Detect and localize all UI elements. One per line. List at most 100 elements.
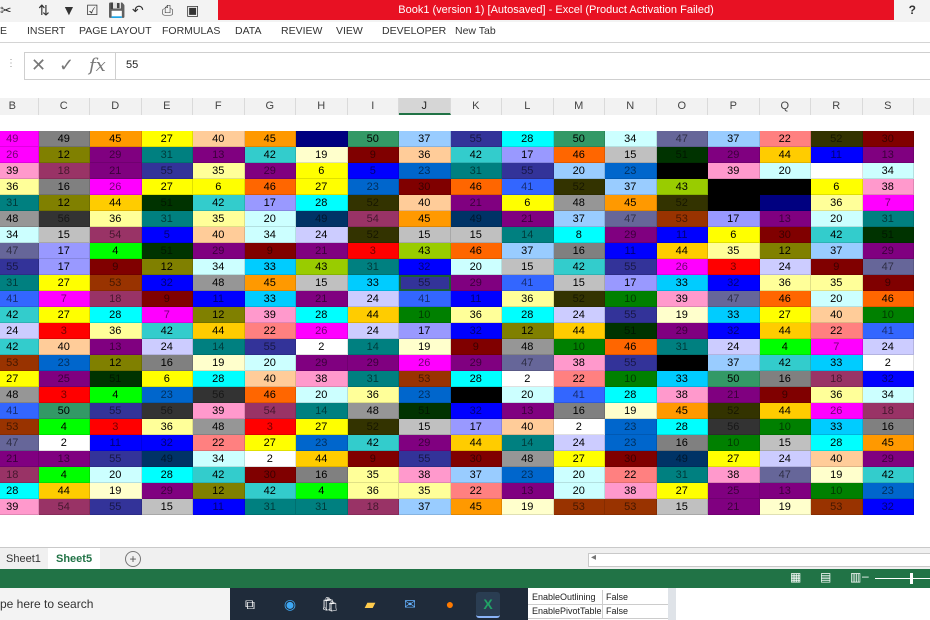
grid-cell[interactable]: 28: [90, 307, 142, 323]
grid-cell[interactable]: 29: [862, 451, 914, 467]
grid-cell[interactable]: 17: [399, 323, 451, 339]
grid-cell[interactable]: 28: [193, 371, 245, 387]
grid-cell[interactable]: 23: [347, 179, 399, 195]
grid-cell[interactable]: 15: [502, 259, 554, 275]
grid-cell[interactable]: 30: [450, 451, 502, 467]
grid-cell[interactable]: 10: [862, 307, 914, 323]
grid-cell[interactable]: 42: [862, 467, 914, 483]
grid-cell[interactable]: 10: [759, 419, 811, 435]
grid-cell[interactable]: 31: [347, 259, 399, 275]
grid-cell[interactable]: 47: [759, 467, 811, 483]
grid-cell[interactable]: 42: [244, 147, 296, 163]
grid-cell[interactable]: 35: [811, 275, 863, 291]
grid-cell[interactable]: 55: [399, 275, 451, 291]
grid-cell[interactable]: 10: [399, 307, 451, 323]
grid-cell[interactable]: 17: [38, 259, 90, 275]
grid-cell[interactable]: 53: [399, 371, 451, 387]
grid-cell[interactable]: 3: [38, 323, 90, 339]
tab-developer[interactable]: DEVELOPER: [382, 25, 446, 37]
tab-page-layout[interactable]: PAGE LAYOUT: [79, 25, 152, 37]
grid-cell[interactable]: 22: [759, 131, 811, 147]
grid-cell[interactable]: 39: [708, 163, 760, 179]
grid-cell[interactable]: 15: [450, 227, 502, 243]
grid-cell[interactable]: 42: [759, 355, 811, 371]
grid-cell[interactable]: 49: [0, 131, 39, 147]
grid-cell[interactable]: 52: [347, 195, 399, 211]
grid-cell[interactable]: 15: [553, 275, 605, 291]
grid-cell[interactable]: [759, 179, 811, 195]
grid-cell[interactable]: 29: [605, 227, 657, 243]
grid-cell[interactable]: 55: [605, 259, 657, 275]
grid-cell[interactable]: 55: [605, 307, 657, 323]
grid-cell[interactable]: 21: [90, 163, 142, 179]
grid-cell[interactable]: 46: [244, 179, 296, 195]
grid-cell[interactable]: 36: [347, 483, 399, 499]
grid-cell[interactable]: 42: [553, 259, 605, 275]
column-header-d[interactable]: D: [90, 98, 142, 115]
grid-cell[interactable]: 40: [502, 419, 554, 435]
grid-cell[interactable]: 48: [553, 195, 605, 211]
grid-cell[interactable]: 15: [759, 435, 811, 451]
grid-cell[interactable]: 36: [759, 275, 811, 291]
grid-cell[interactable]: 37: [708, 355, 760, 371]
grid-cell[interactable]: 39: [0, 163, 39, 179]
filter-icon[interactable]: ▼: [62, 2, 76, 18]
grid-cell[interactable]: 47: [0, 243, 39, 259]
grid-cell[interactable]: 24: [862, 339, 914, 355]
grid-cell[interactable]: 27: [708, 451, 760, 467]
grid-cell[interactable]: 29: [347, 355, 399, 371]
grid-cell[interactable]: 46: [862, 291, 914, 307]
grid-cell[interactable]: 43: [296, 259, 348, 275]
grid-cell[interactable]: 14: [296, 403, 348, 419]
grid-cell[interactable]: 5: [347, 163, 399, 179]
grid-cell[interactable]: 6: [296, 163, 348, 179]
grid-cell[interactable]: 52: [347, 227, 399, 243]
grid-cell[interactable]: 44: [759, 147, 811, 163]
grid-cell[interactable]: 10: [605, 291, 657, 307]
grid-cell[interactable]: 37: [399, 131, 451, 147]
grid-cell[interactable]: 35: [399, 483, 451, 499]
grid-cell[interactable]: 36: [0, 179, 39, 195]
grid-cell[interactable]: 37: [553, 211, 605, 227]
grid-cell[interactable]: 32: [450, 403, 502, 419]
grid-cell[interactable]: 26: [656, 259, 708, 275]
grid-cell[interactable]: 27: [141, 131, 193, 147]
grid-cell[interactable]: 16: [553, 403, 605, 419]
grid-cell[interactable]: 29: [450, 275, 502, 291]
grid-cell[interactable]: 20: [553, 483, 605, 499]
grid-cell[interactable]: 36: [450, 307, 502, 323]
grid-cell[interactable]: 9: [450, 339, 502, 355]
grid-cell[interactable]: 38: [862, 179, 914, 195]
grid-cell[interactable]: 55: [90, 499, 142, 515]
grid-cell[interactable]: 46: [450, 179, 502, 195]
grid-cell[interactable]: 32: [862, 499, 914, 515]
grid-cell[interactable]: 56: [708, 419, 760, 435]
grid-cell[interactable]: 38: [708, 467, 760, 483]
grid-cell[interactable]: 30: [399, 179, 451, 195]
grid-cell[interactable]: 18: [38, 163, 90, 179]
page-layout-view-icon[interactable]: ▤: [820, 570, 831, 584]
grid-cell[interactable]: 44: [296, 451, 348, 467]
undo-icon[interactable]: ↶: [132, 2, 144, 19]
grid-cell[interactable]: [656, 355, 708, 371]
grid-cell[interactable]: 25: [38, 371, 90, 387]
grid-cell[interactable]: 45: [244, 131, 296, 147]
grid-cell[interactable]: 18: [90, 291, 142, 307]
grid-cell[interactable]: [296, 131, 348, 147]
grid-cell[interactable]: 11: [450, 291, 502, 307]
grid-cell[interactable]: 32: [141, 435, 193, 451]
grid-cell[interactable]: 37: [502, 243, 554, 259]
grid-cell[interactable]: 47: [708, 291, 760, 307]
grid-cell[interactable]: 17: [502, 147, 554, 163]
grid-cell[interactable]: 29: [708, 147, 760, 163]
grid-cell[interactable]: 17: [708, 211, 760, 227]
grid-cell[interactable]: 32: [708, 323, 760, 339]
grid-cell[interactable]: 20: [244, 355, 296, 371]
formula-input[interactable]: 55: [115, 52, 930, 80]
grid-cell[interactable]: 47: [0, 435, 39, 451]
grid-cell[interactable]: 31: [656, 339, 708, 355]
grid-cell[interactable]: 56: [193, 387, 245, 403]
column-header-l[interactable]: L: [502, 98, 554, 115]
grid-cell[interactable]: 4: [38, 467, 90, 483]
grid-cell[interactable]: 9: [759, 387, 811, 403]
